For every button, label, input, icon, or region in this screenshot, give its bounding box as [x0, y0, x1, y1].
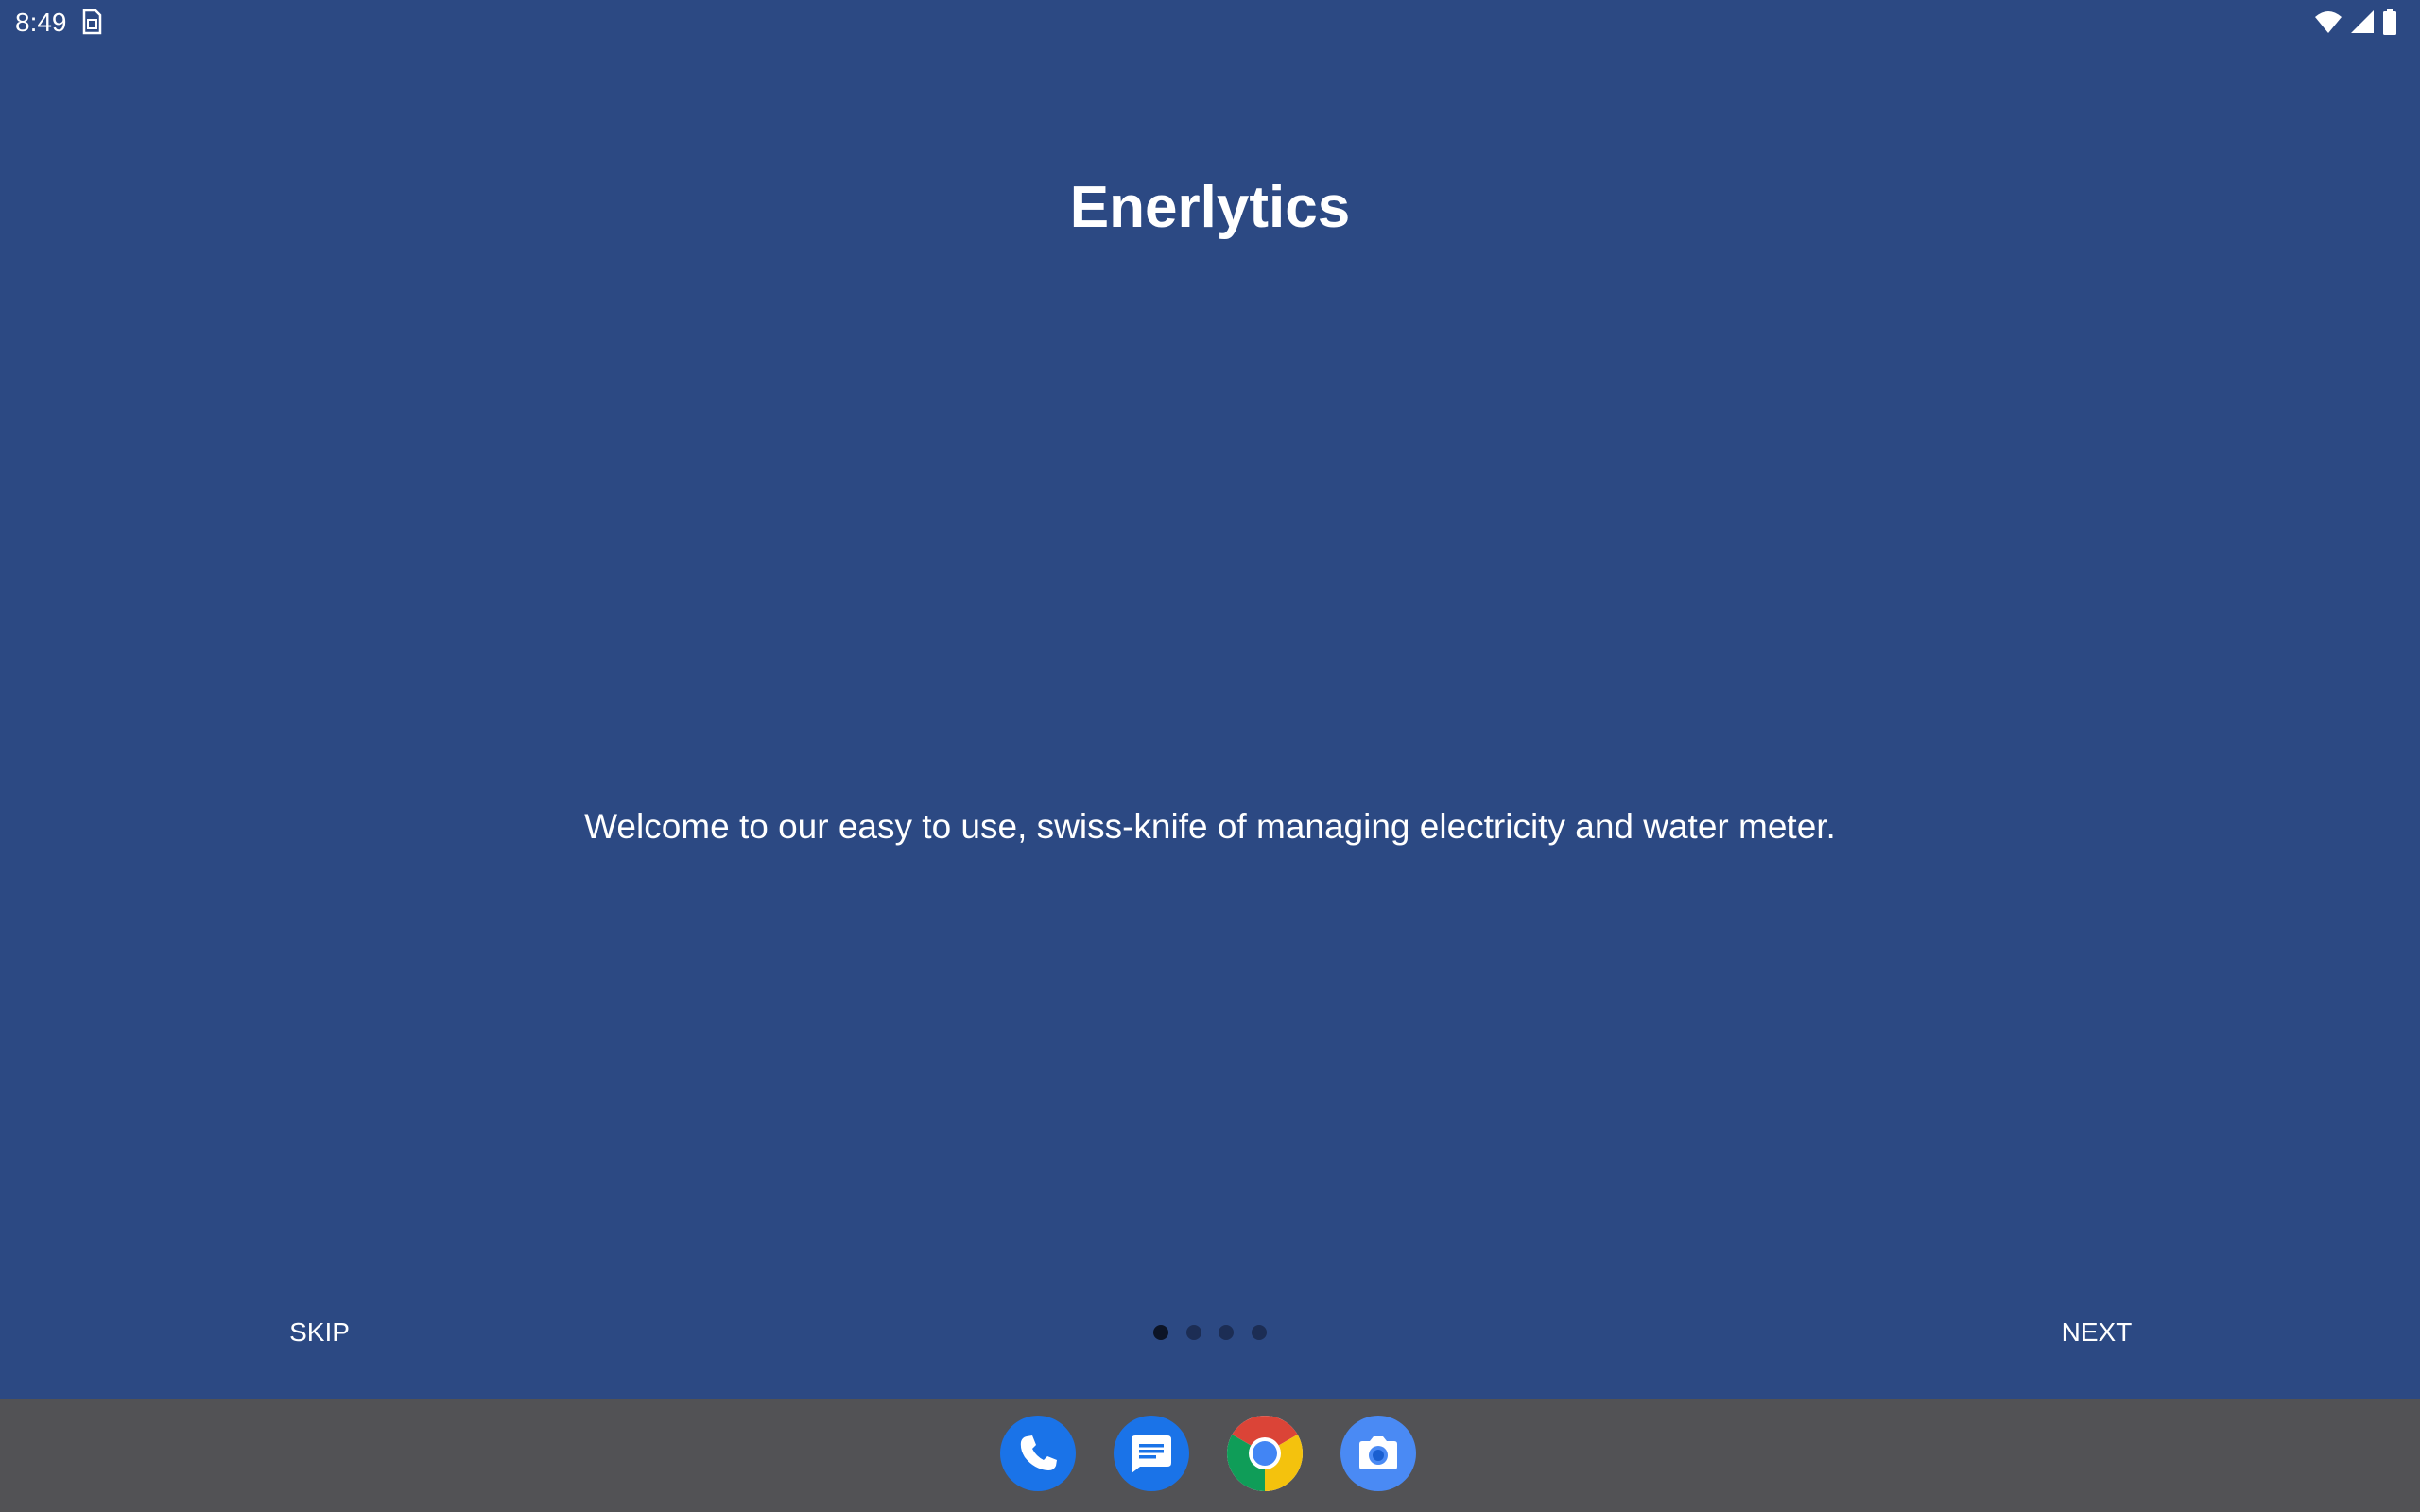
dock-icons — [1000, 1416, 1416, 1491]
welcome-description: Welcome to our easy to use, swiss-knife … — [584, 807, 1836, 846]
battery-icon — [2382, 8, 2397, 40]
app-title: Enerlytics — [1069, 175, 1351, 240]
page-dot-4[interactable] — [1251, 1325, 1267, 1340]
wifi-icon — [2314, 9, 2342, 39]
next-button[interactable]: NEXT — [2032, 1302, 2161, 1363]
onboarding-screen: 8:49 Enerlytics Welcome to our easy to u… — [0, 0, 2420, 1512]
page-dot-2[interactable] — [1185, 1325, 1201, 1340]
chrome-app-icon[interactable] — [1227, 1416, 1303, 1491]
status-bar: 8:49 — [0, 0, 2420, 47]
page-dot-3[interactable] — [1219, 1325, 1235, 1340]
messages-app-icon[interactable] — [1114, 1416, 1189, 1491]
camera-app-icon[interactable] — [1340, 1416, 1416, 1491]
sim-card-icon — [79, 8, 108, 38]
phone-app-icon[interactable] — [1000, 1416, 1076, 1491]
signal-icon — [2350, 9, 2375, 39]
skip-button[interactable]: SKIP — [255, 1302, 384, 1363]
page-dot-1[interactable] — [1153, 1325, 1168, 1340]
page-indicator — [1153, 1323, 1267, 1342]
app-dock — [0, 1399, 2420, 1512]
status-icons — [2314, 8, 2397, 40]
status-time: 8:49 — [15, 8, 67, 37]
